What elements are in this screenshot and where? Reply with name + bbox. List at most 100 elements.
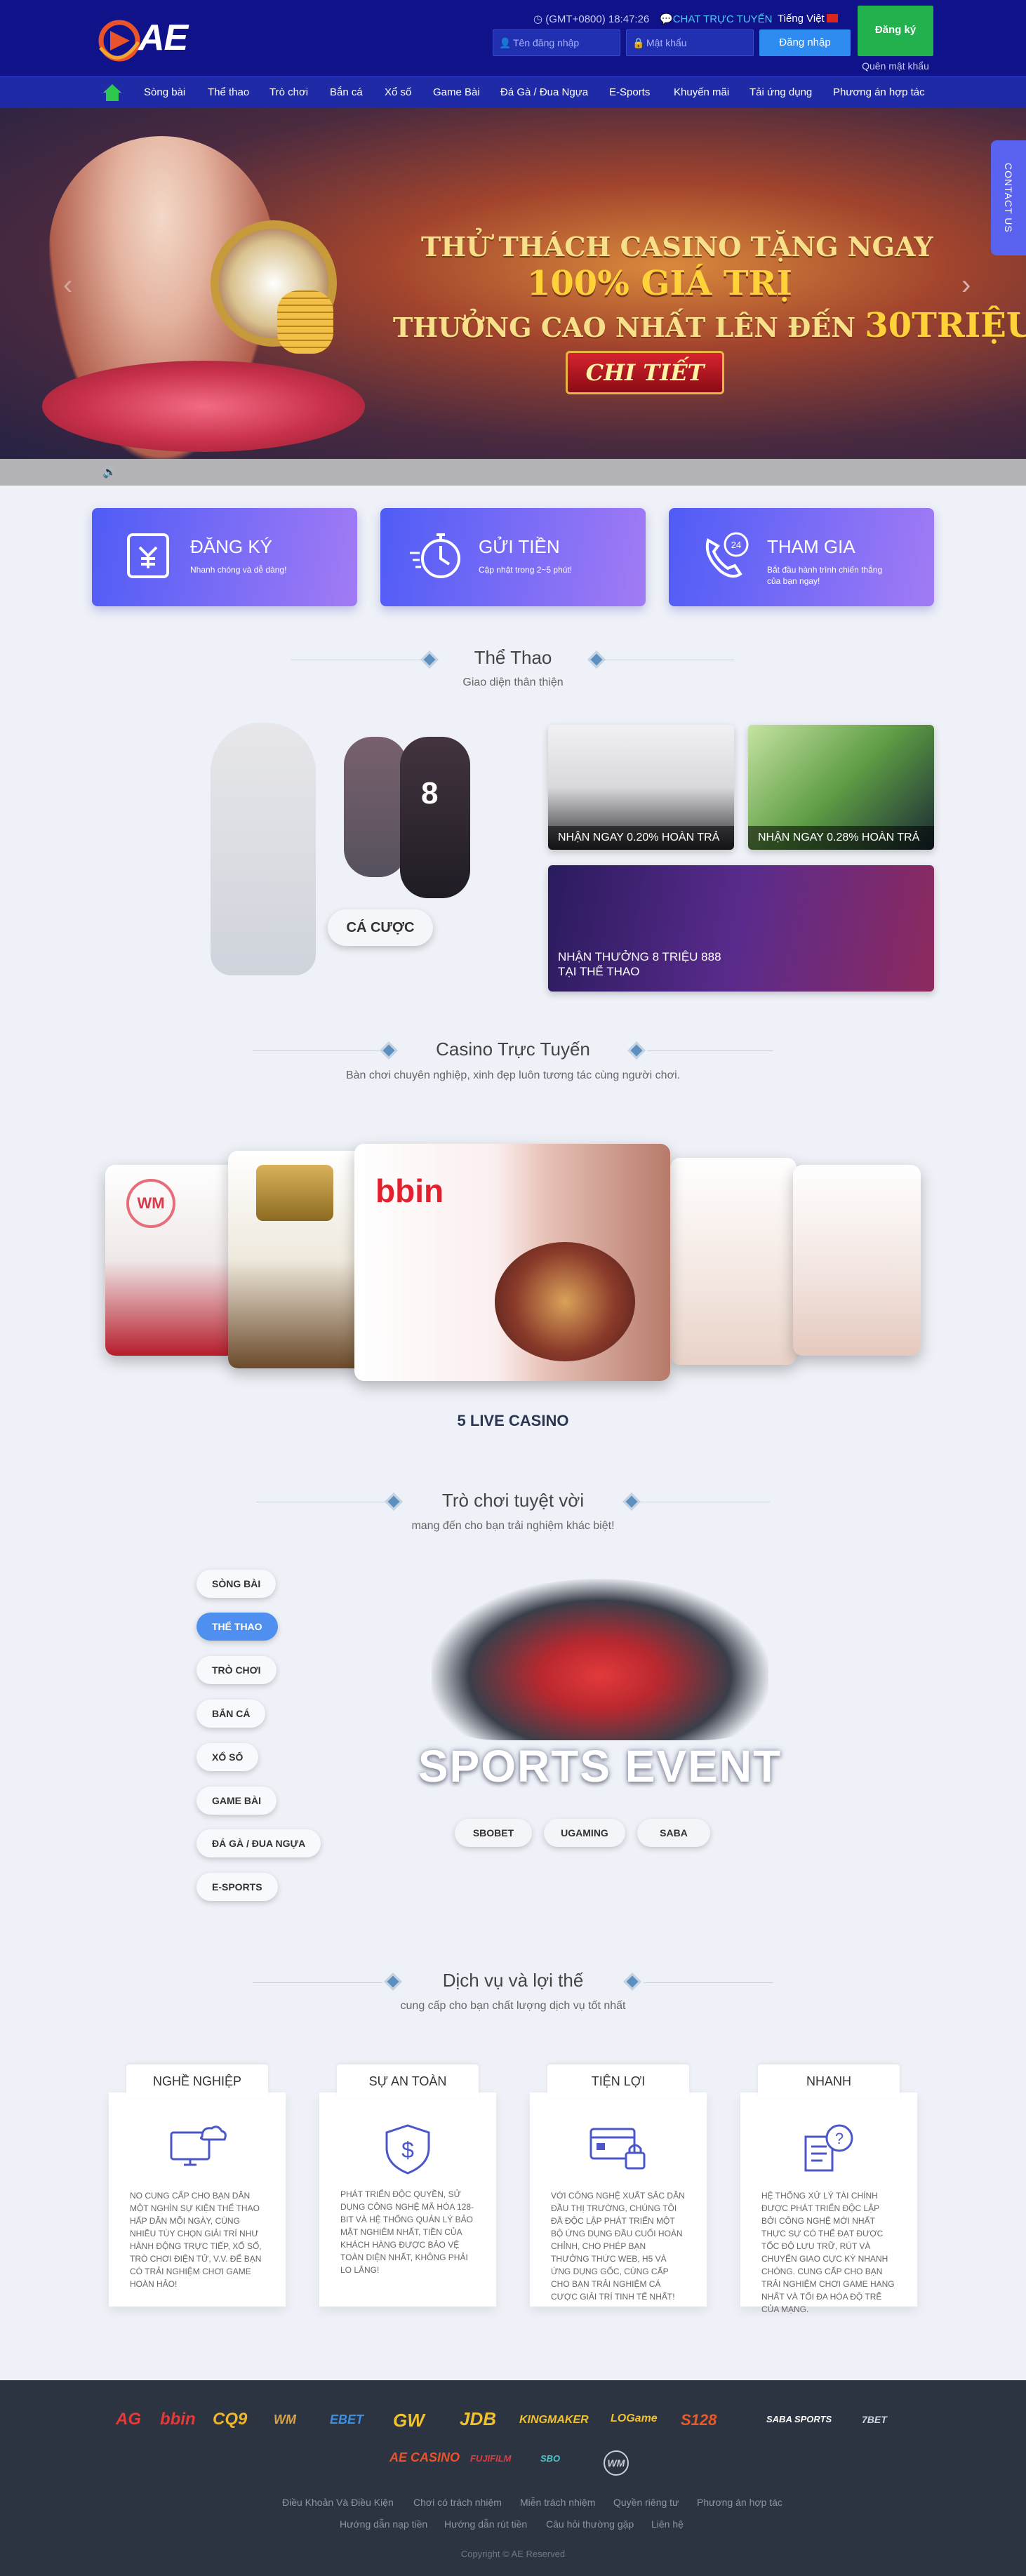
section-subtitle: Bàn chơi chuyên nghiệp, xinh đẹp luôn tư… (345, 1069, 681, 1081)
nav-item-card-games[interactable]: Game Bài (433, 76, 480, 109)
banner-prev-arrow[interactable]: ‹ (63, 269, 72, 301)
service-card-text: NO CUNG CẤP CHO BẠN DẪN MỘT NGHÌN SỰ KIỆ… (130, 2191, 262, 2289)
section-subtitle: Giao diện thân thiện (462, 676, 564, 688)
promo-tile-caption: NHẬN THƯỞNG 8 TRIỆU 888 TẠI THỂ THAO (558, 950, 721, 978)
footer-link-contact[interactable]: Liên hệ (651, 2518, 684, 2530)
live-chat-link[interactable]: 💬CHAT TRỰC TUYẾN (660, 13, 772, 25)
card-lock-icon (589, 2128, 646, 2170)
home-icon[interactable] (102, 84, 122, 102)
nav-item-lottery[interactable]: Xổ số (385, 76, 411, 109)
section-subtitle: mang đến cho bạn trải nghiệm khác biệt! (411, 1520, 615, 1532)
game-menu-cockfight[interactable]: ĐÁ GÀ / ĐUA NGỰA (196, 1829, 321, 1857)
promo-tile-2[interactable]: NHẬN NGAY 0.28% HOÀN TRẢ (748, 725, 934, 850)
banner-line-3: THƯỞNG CAO NHẤT LÊN ĐẾN 30TRIỆU (393, 306, 1026, 345)
footer-link-faq[interactable]: Câu hỏi thường gặp (546, 2518, 634, 2530)
partner-logo-ag: AG (116, 2410, 141, 2429)
nav-item-sports[interactable]: Thể thao (208, 76, 249, 109)
game-menu-lottery[interactable]: XỔ SỐ (196, 1743, 259, 1771)
nav-item-fishing[interactable]: Bắn cá (330, 76, 363, 109)
nav-item-games[interactable]: Trò chơi (269, 76, 308, 109)
step-card-join[interactable]: 24 THAM GIA Bắt đầu hành trình chiến thắ… (669, 508, 934, 606)
casino-caption: 5 LIVE CASINO (457, 1412, 569, 1429)
casino-card-dream[interactable] (228, 1151, 368, 1368)
place-bet-button[interactable]: CÁ CƯỢC (328, 909, 433, 946)
login-button[interactable]: Đăng nhập (759, 29, 851, 56)
step-card-deposit[interactable]: GỬI TIỀN Cập nhật trong 2~5 phút! (380, 508, 646, 606)
banner-line-2: 100% GIÁ TRỊ (527, 264, 792, 303)
casino-card-wm[interactable]: WM (105, 1165, 239, 1356)
service-card-text: PHÁT TRIỂN ĐỘC QUYỀN, SỬ DỤNG CÔNG NGHỆ … (340, 2189, 474, 2275)
casino-card-bbin[interactable]: bbin (354, 1144, 670, 1381)
partner-logo-cq9: CQ9 (213, 2410, 248, 2429)
footer-link-responsible[interactable]: Chơi có trách nhiệm (413, 2497, 502, 2508)
cloud-monitor-icon (170, 2125, 227, 2166)
game-menu-esports[interactable]: E-SPORTS (196, 1873, 278, 1901)
svg-text:24: 24 (731, 540, 741, 550)
register-button[interactable]: Đăng ký (858, 6, 933, 56)
speaker-icon[interactable]: 🔊 (102, 465, 116, 479)
banner-next-arrow[interactable]: › (961, 269, 971, 301)
step-card-register[interactable]: ĐĂNG KÝ Nhanh chóng và dễ dàng! (92, 508, 357, 606)
service-card-text: VỚI CÔNG NGHỆ XUẤT SẮC DẪN ĐẦU THỊ TRƯỜN… (551, 2191, 685, 2302)
nav-item-cockfight[interactable]: Đá Gà / Đua Ngựa (500, 76, 588, 109)
footer-link-terms[interactable]: Điều Khoản Và Điều Kiện (282, 2497, 394, 2508)
game-menu-casino[interactable]: SÒNG BÀI (196, 1570, 277, 1598)
forgot-password-link[interactable]: Quên mật khẩu (858, 60, 933, 72)
game-menu-games[interactable]: TRÒ CHƠI (196, 1656, 277, 1684)
step-title: ĐĂNG KÝ (190, 536, 273, 557)
announcement-bar: 🔊 (0, 459, 1026, 486)
chat-icon: 💬 (660, 13, 673, 25)
language-select[interactable]: Tiếng Việt (778, 13, 838, 25)
main-nav: Sòng bài Thể thao Trò chơi Bắn cá Xổ số … (0, 76, 1026, 108)
doc-question-icon: ? (804, 2124, 853, 2172)
casino-card-5[interactable] (793, 1165, 921, 1356)
clock-icon: ◷ (533, 13, 546, 25)
lock-icon: 🔒 (632, 37, 645, 48)
section-title: Dịch vụ và lợi thế (442, 1970, 584, 1991)
step-title: THAM GIA (767, 536, 855, 557)
promo-tile-1[interactable]: NHẬN NGAY 0.20% HOÀN TRẢ (548, 725, 734, 850)
stopwatch-icon (410, 533, 460, 578)
partner-logo-ebet: EBET (330, 2413, 364, 2427)
register-icon (127, 533, 169, 578)
partner-logo-7bet: 7BET (862, 2414, 887, 2425)
nav-item-casino[interactable]: Sòng bài (144, 76, 185, 109)
service-card-title: SỰ AN TOÀN (337, 2064, 479, 2098)
vn-flag-icon (827, 14, 838, 22)
banner-details-button[interactable]: CHI TIẾT (566, 351, 724, 394)
shield-dollar-icon: $ (385, 2124, 430, 2175)
casino-card-4[interactable] (670, 1158, 797, 1365)
footer-link-privacy[interactable]: Quyền riêng tư (613, 2497, 679, 2508)
service-card-title: TIỆN LỢI (547, 2064, 689, 2098)
section-title: Trò chơi tuyệt vời (441, 1490, 585, 1511)
section-subtitle: cung cấp cho bạn chất lượng dịch vụ tốt … (400, 2000, 626, 2012)
game-menu-fishing[interactable]: BẮN CÁ (196, 1700, 266, 1728)
footer-link-disclaimer[interactable]: Miễn trách nhiệm (520, 2497, 595, 2508)
provider-button-ugaming[interactable]: UGAMING (544, 1819, 625, 1847)
nav-item-partnership[interactable]: Phương án hợp tác (833, 76, 925, 109)
footer: AG bbin CQ9 WM EBET GW JDB KINGMAKER LOG… (0, 2380, 1026, 2576)
hero-banner[interactable]: THỬ THÁCH CASINO TẶNG NGAY 100% GIÁ TRỊ … (0, 108, 1026, 459)
nav-item-download[interactable]: Tải ứng dụng (749, 76, 812, 109)
footer-link-deposit-guide[interactable]: Hướng dẫn nạp tiền (340, 2518, 427, 2530)
game-menu-sports[interactable]: THỂ THAO (196, 1613, 278, 1641)
promo-tile-3[interactable]: NHẬN THƯỞNG 8 TRIỆU 888 TẠI THỂ THAO (548, 865, 934, 992)
logo-mark-icon (98, 20, 140, 62)
svg-text:?: ? (835, 2130, 844, 2147)
provider-button-saba[interactable]: SABA (637, 1819, 710, 1847)
logo[interactable]: AE (95, 8, 207, 65)
nav-item-promotions[interactable]: Khuyến mãi (674, 76, 729, 109)
partner-logo-wm-2: WM (604, 2450, 629, 2476)
username-input[interactable]: 👤 Tên đăng nhập (493, 29, 620, 56)
footer-link-withdraw-guide[interactable]: Hướng dẫn rút tiền (444, 2518, 527, 2530)
contact-us-tab[interactable]: CONTACT US (991, 140, 1026, 255)
password-input[interactable]: 🔒 Mật khẩu (626, 29, 754, 56)
wm-logo: WM (126, 1179, 175, 1228)
game-menu-card-games[interactable]: GAME BÀI (196, 1787, 277, 1815)
nav-item-esports[interactable]: E-Sports (609, 76, 650, 109)
sports-players-image: 8 (133, 709, 498, 1003)
gold-coins (277, 291, 333, 354)
copyright: Copyright © AE Reserved (460, 2549, 566, 2559)
provider-button-sbobet[interactable]: SBOBET (455, 1819, 532, 1847)
footer-link-partnership[interactable]: Phương án hợp tác (697, 2497, 782, 2508)
